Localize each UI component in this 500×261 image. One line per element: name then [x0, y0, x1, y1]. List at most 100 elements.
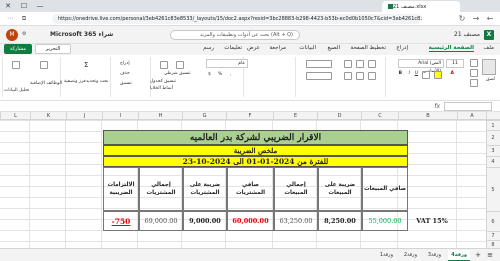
header-net-sales[interactable]: صافي المبيعات	[362, 167, 408, 211]
font-size-select[interactable]: 11	[446, 59, 464, 68]
name-box[interactable]	[444, 102, 492, 111]
header-net-purchases[interactable]: صافي المشتريات	[227, 167, 274, 211]
copy-icon[interactable]	[470, 69, 478, 77]
back-icon[interactable]: ←	[484, 13, 496, 25]
sheet-menu-icon[interactable]: ≡	[484, 250, 496, 260]
sheet-tab-4[interactable]: ورقة4	[448, 250, 470, 261]
tab-view[interactable]: عرض	[247, 45, 260, 51]
vat-label[interactable]: VAT 15%	[408, 211, 456, 231]
align-right-icon[interactable]	[368, 72, 376, 80]
borders-icon[interactable]	[422, 71, 430, 79]
header-sales-tax[interactable]: ضريبة على المبيعات	[318, 167, 362, 211]
addins-button[interactable]: الوظائف الإضافية	[30, 81, 62, 86]
cell-styles-label[interactable]: أنماط الخلايا	[150, 86, 173, 91]
align-middle-icon[interactable]	[356, 60, 364, 68]
paste-icon[interactable]	[482, 59, 496, 75]
search-input[interactable]: بحث عن أدوات وتطبيقات والمزيد (Alt + Q)	[170, 30, 300, 40]
value-sales-tax[interactable]: 8,250.00	[318, 211, 362, 231]
row-header[interactable]: 2	[486, 130, 500, 145]
currency-icon[interactable]: $	[208, 72, 211, 77]
wrap-text-button[interactable]	[306, 60, 332, 68]
tab-draw[interactable]: رسم	[203, 45, 214, 51]
editing-mode-button[interactable]: التحرير	[35, 44, 71, 54]
row-header[interactable]: 5	[486, 167, 500, 211]
fill-color-icon[interactable]	[434, 71, 442, 79]
tab-data[interactable]: البيانات	[299, 45, 316, 51]
column-header[interactable]: K	[30, 112, 66, 120]
browser-menu-icon[interactable]: ⋯	[4, 13, 16, 25]
bold-button[interactable]: B	[399, 71, 402, 76]
merge-center-button[interactable]	[306, 72, 332, 80]
sort-filter-button[interactable]: فرز وتصفية	[64, 79, 86, 84]
italic-button[interactable]: I	[409, 71, 410, 76]
addins-icon[interactable]	[40, 61, 48, 69]
select-all-corner[interactable]	[486, 112, 500, 120]
font-name-select[interactable]: Arial (النص الأساسي)	[398, 59, 444, 74]
row-header[interactable]: 6	[486, 211, 500, 231]
header-total-purchases[interactable]: إجمالي المشتريات	[139, 167, 183, 211]
header-tax-liabilities[interactable]: الالتزامات الضريبية	[103, 167, 139, 211]
report-subtitle[interactable]: ملخص الضريبة	[103, 145, 408, 156]
conditional-format-icon[interactable]	[176, 61, 184, 69]
format-painter-icon[interactable]	[470, 79, 478, 87]
workbook-name[interactable]: مصنف 21	[454, 31, 480, 38]
value-net-purchases[interactable]: 60,000.00	[227, 211, 274, 231]
header-total-sales[interactable]: إجمالي المبيعات	[274, 167, 318, 211]
reload-icon[interactable]: ↻	[456, 13, 468, 25]
conditional-format-label[interactable]: تنسيق شرطي	[164, 71, 191, 76]
column-header[interactable]: D	[317, 112, 361, 120]
row-header[interactable]: 8	[486, 240, 500, 248]
formula-input[interactable]	[4, 102, 424, 111]
report-period[interactable]: للفترة من 2024-01-01 الى 2024-10-23	[103, 156, 408, 167]
sheet-tab-3[interactable]: ورقة3	[425, 250, 444, 260]
maximize-window-icon[interactable]: ☐	[16, 0, 32, 12]
microsoft-365-buy-link[interactable]: Microsoft 365 شراء	[50, 31, 113, 38]
value-total-purchases[interactable]: 69,000.00	[139, 211, 183, 231]
value-total-sales[interactable]: 63,250.00	[274, 211, 318, 231]
insert-cells-button[interactable]: إدراج	[120, 61, 130, 66]
browser-tab[interactable]: مصنف 21.xlsx	[382, 1, 460, 12]
autosum-icon[interactable]: Σ	[84, 61, 88, 69]
tab-file[interactable]: ملف	[484, 45, 494, 51]
forward-icon[interactable]: →	[470, 13, 482, 25]
align-center-icon[interactable]	[356, 72, 364, 80]
find-select-button[interactable]: بحث وتحديد	[86, 79, 108, 84]
value-tax-liabilities[interactable]: -750	[103, 211, 139, 231]
column-header[interactable]: G	[182, 112, 226, 120]
row-header[interactable]: 4	[486, 156, 500, 167]
column-header[interactable]: C	[361, 112, 398, 120]
format-as-table-label[interactable]: تنسيق كجدول	[150, 79, 176, 84]
account-avatar[interactable]: M	[6, 29, 18, 41]
align-left-icon[interactable]	[344, 72, 352, 80]
column-header[interactable]: B	[398, 112, 457, 120]
tab-review[interactable]: مراجعة	[269, 45, 286, 51]
tab-page-layout[interactable]: تخطيط الصفحة	[351, 45, 386, 51]
extensions-icon[interactable]: ⧉	[18, 13, 30, 25]
tab-help[interactable]: تعليمات	[224, 45, 242, 51]
tab-insert[interactable]: إدراج	[396, 45, 408, 51]
tab-formulas[interactable]: الصيغ	[327, 45, 340, 51]
column-header[interactable]: F	[226, 112, 273, 120]
number-format-select[interactable]: عام	[206, 59, 248, 68]
column-header[interactable]: H	[138, 112, 182, 120]
percent-icon[interactable]: %	[218, 72, 222, 77]
format-cells-button[interactable]: تنسيق	[120, 81, 132, 86]
column-header[interactable]: E	[273, 112, 317, 120]
align-bottom-icon[interactable]	[344, 60, 352, 68]
column-header[interactable]: A	[457, 112, 486, 120]
value-purchase-tax[interactable]: 9,000.00	[183, 211, 227, 231]
column-header[interactable]: J	[66, 112, 102, 120]
url-field[interactable]: https://onedrive.live.com/personal/3eb42…	[52, 14, 422, 24]
format-as-table-icon[interactable]	[160, 61, 168, 69]
font-color-icon[interactable]: A	[451, 71, 454, 76]
column-header[interactable]: L	[0, 112, 30, 120]
align-top-icon[interactable]	[368, 60, 376, 68]
minimize-window-icon[interactable]: —	[32, 0, 48, 12]
share-button[interactable]: مشاركة	[4, 44, 32, 54]
report-title[interactable]: الاقرار الضريبي لشركة بدر العالميه	[103, 130, 408, 145]
tab-home[interactable]: الصفحة الرئيسية	[428, 45, 474, 52]
row-header[interactable]: 1	[486, 120, 500, 130]
settings-icon[interactable]: ⚙	[22, 31, 26, 37]
underline-button[interactable]: U	[415, 71, 418, 76]
sheet-tab-2[interactable]: ورقة2	[401, 250, 420, 260]
